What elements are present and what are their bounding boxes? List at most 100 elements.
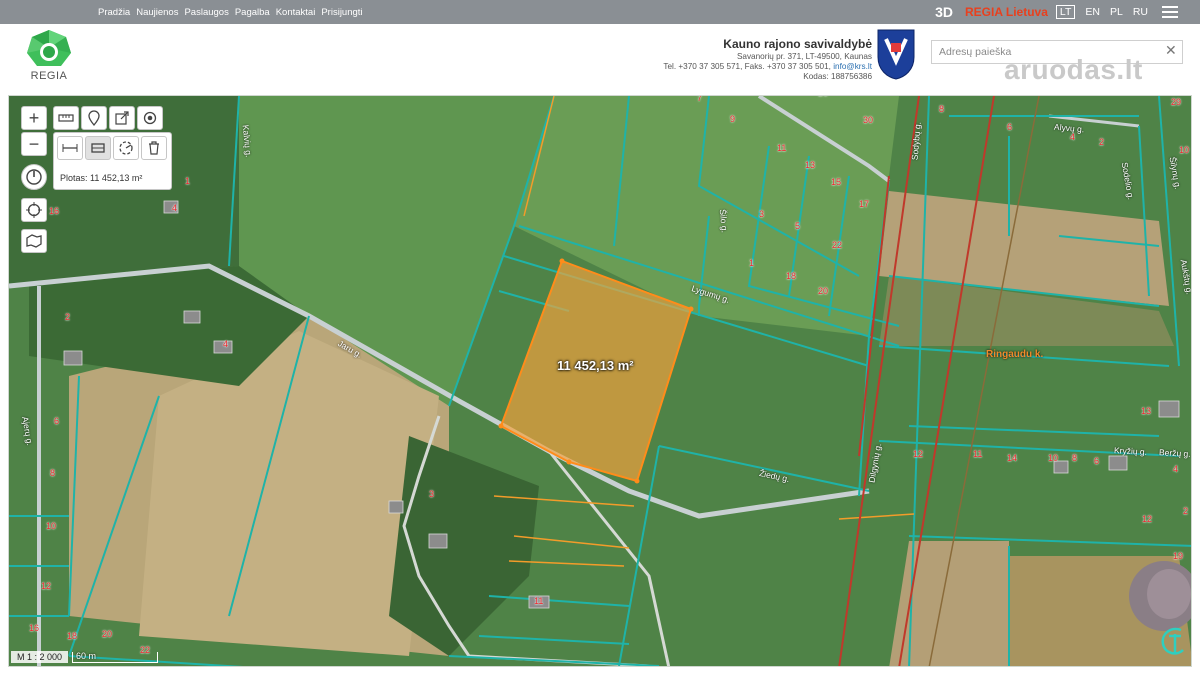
municipality-contacts: Tel. +370 37 305 571, Faks. +370 37 305 …	[663, 62, 872, 72]
target-button[interactable]	[137, 106, 163, 130]
plot-number: 17	[859, 199, 870, 209]
plot-number: 16	[29, 623, 40, 633]
scale-ratio: M 1 : 2 000	[11, 651, 69, 663]
compass-icon	[26, 169, 42, 185]
measure-area-button[interactable]	[85, 136, 111, 160]
plot-number: 13	[1141, 406, 1152, 416]
plot-number: 6	[1007, 122, 1013, 132]
plot-number: 11	[777, 143, 787, 153]
measure-distance-button[interactable]	[53, 106, 79, 130]
trash-icon	[149, 141, 159, 155]
plot-number: 14	[1007, 453, 1018, 463]
plot-number: 8	[50, 468, 56, 478]
nav-item-home[interactable]: Pradžia	[98, 7, 130, 18]
lang-en[interactable]: EN	[1085, 6, 1100, 18]
map-pin-icon	[88, 110, 100, 126]
plot-number: 6	[54, 416, 60, 426]
nav-item-login[interactable]: Prisijungti	[321, 7, 362, 18]
plot-number: 10	[46, 521, 57, 531]
municipality-phone-fax: Tel. +370 37 305 571, Faks. +370 37 305 …	[663, 62, 831, 71]
plot-number: 29	[1171, 97, 1182, 107]
plot-number: 7	[697, 95, 703, 103]
plot-number: 6	[1094, 456, 1100, 466]
selected-area-label: 11 452,13 m²	[557, 358, 634, 373]
coat-of-arms-icon	[877, 29, 915, 80]
nav-item-help[interactable]: Pagalba	[235, 7, 270, 18]
plus-icon: +	[28, 107, 40, 128]
plot-number: 13	[805, 160, 816, 170]
crosshair-icon	[26, 202, 42, 218]
regia-brand-icon	[1161, 627, 1184, 655]
plot-number: 8	[939, 104, 945, 114]
lang-ru[interactable]: RU	[1133, 6, 1148, 18]
plot-number: 4	[1173, 464, 1179, 474]
plot-number: 2	[1183, 506, 1189, 516]
target-icon	[143, 111, 157, 125]
plot-number: 9	[730, 114, 736, 124]
lang-pl[interactable]: PL	[1110, 6, 1123, 18]
lang-lt[interactable]: LT	[1055, 5, 1076, 19]
plot-number: 8	[1072, 453, 1078, 463]
plot-number: 15	[831, 177, 842, 187]
municipality-name: Kauno rajono savivaldybė	[723, 37, 872, 51]
mode-3d-link[interactable]: 3D	[935, 4, 953, 20]
measure-line-button[interactable]	[57, 136, 83, 160]
share-icon	[115, 111, 129, 125]
plot-number: 16	[49, 206, 60, 216]
aruodas-watermark: aruodas.lt	[1004, 54, 1143, 85]
delete-measurement-button[interactable]	[141, 136, 167, 160]
plot-number: 20	[102, 629, 113, 639]
street-label: Beržų g.	[1158, 447, 1191, 459]
regia-logo[interactable]: REGIA	[14, 28, 84, 90]
plot-number: 12	[41, 581, 52, 591]
municipality-info: Kauno rajono savivaldybė Savanorių pr. 3…	[663, 36, 872, 82]
plot-number: 4	[172, 203, 178, 213]
area-readout: Plotas: 11 452,13 m²	[60, 173, 143, 183]
plot-number: 12	[1142, 514, 1153, 524]
plot-number: 22	[832, 240, 843, 250]
header: REGIA Kauno rajono savivaldybė Savanorių…	[0, 24, 1200, 94]
plot-number: 4	[1070, 132, 1076, 142]
nav-item-services[interactable]: Paslaugos	[184, 7, 228, 18]
scale-bar: 60 m	[72, 651, 159, 663]
plot-number: 2	[1099, 137, 1105, 147]
map-viewport[interactable]: + − Plotas: 11 452,13 m² 11 452,13 m² Ri…	[8, 95, 1192, 667]
layers-button[interactable]	[21, 229, 47, 253]
zoom-in-button[interactable]: +	[21, 106, 47, 130]
nav-item-contacts[interactable]: Kontaktai	[276, 7, 316, 18]
plot-number: 20	[818, 286, 829, 296]
line-measure-icon	[62, 144, 78, 152]
measure-tool-panel: Plotas: 11 452,13 m²	[53, 132, 172, 190]
share-button[interactable]	[109, 106, 135, 130]
clear-search-icon[interactable]: ✕	[1165, 42, 1177, 59]
compass-button[interactable]	[21, 164, 47, 190]
ruler-icon	[58, 114, 74, 122]
top-navigation: Pradžia Naujienos Paslaugos Pagalba Kont…	[98, 0, 369, 24]
plot-number: 10	[1048, 453, 1059, 463]
plot-number: 11	[973, 449, 983, 459]
logo-text: REGIA	[30, 70, 68, 82]
locate-button[interactable]	[21, 198, 47, 222]
map-outline-icon	[26, 234, 42, 248]
measure-radius-button[interactable]	[113, 136, 139, 160]
plot-number: 18	[786, 271, 797, 281]
plot-number: 4	[223, 339, 229, 349]
area-measure-icon	[91, 143, 105, 153]
map-scale: M 1 : 2 000 60 m	[11, 650, 159, 664]
regia-lietuva-link[interactable]: REGIA Lietuva	[965, 5, 1048, 19]
plot-number: 3	[429, 489, 435, 499]
village-label: Ringaudu k.	[986, 349, 1044, 360]
nav-item-news[interactable]: Naujienos	[136, 7, 178, 18]
municipality-email-link[interactable]: info@krs.lt	[833, 62, 872, 71]
street-label: Šilo g.	[717, 208, 730, 234]
municipality-code: Kodas: 188756386	[803, 72, 872, 81]
add-marker-button[interactable]	[81, 106, 107, 130]
plot-number: 18	[67, 631, 78, 641]
top-right-controls: 3D REGIA Lietuva LT EN PL RU	[935, 0, 1178, 24]
zoom-out-button[interactable]: −	[21, 132, 47, 156]
plot-number: 5	[795, 221, 801, 231]
plot-number: 3	[759, 209, 765, 219]
hamburger-menu-icon[interactable]	[1162, 6, 1178, 18]
plot-number: 11	[534, 596, 544, 606]
plot-number: 12	[913, 449, 924, 459]
